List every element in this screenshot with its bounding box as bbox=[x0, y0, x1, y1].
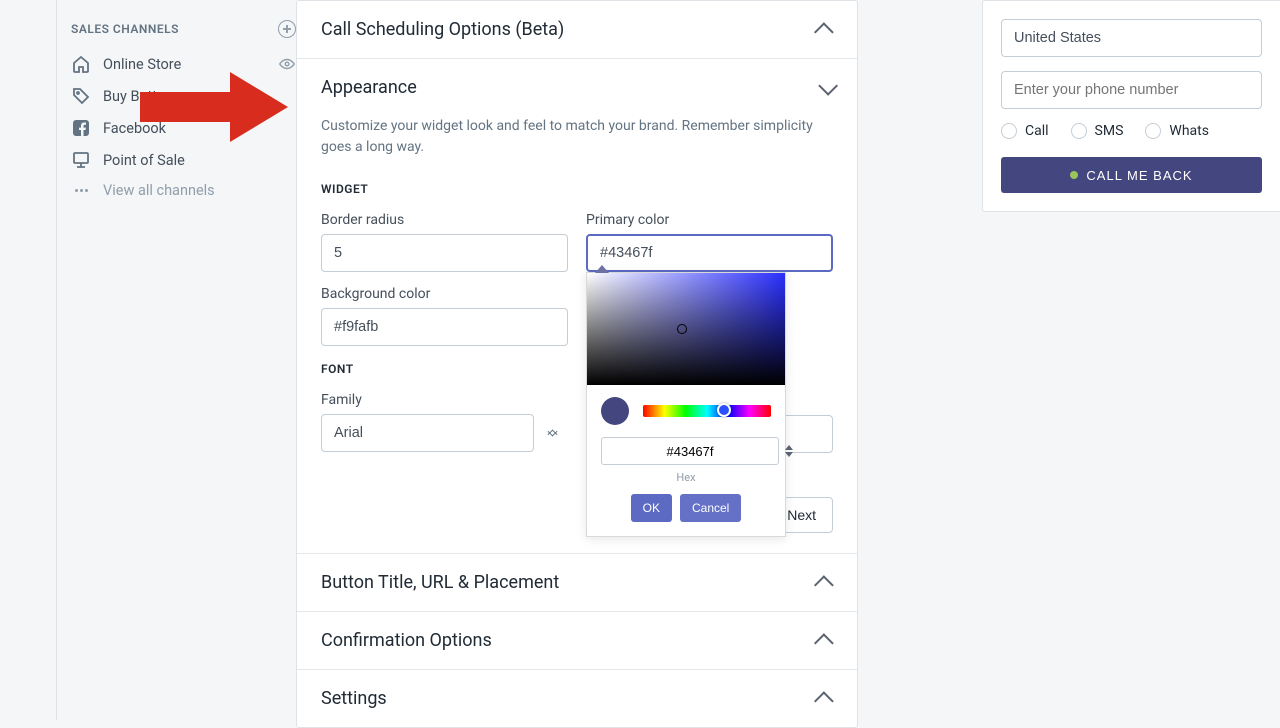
chevron-up-icon bbox=[814, 691, 834, 711]
picker-sv-cursor[interactable] bbox=[677, 324, 687, 334]
section-title: Call Scheduling Options (Beta) bbox=[321, 19, 564, 40]
radio-label: Whats bbox=[1169, 123, 1209, 139]
section-title: Button Title, URL & Placement bbox=[321, 572, 559, 593]
font-family-label: Family bbox=[321, 392, 568, 408]
primary-color-label: Primary color bbox=[586, 212, 833, 228]
chevron-down-icon bbox=[818, 75, 838, 95]
picker-saturation-box[interactable] bbox=[587, 273, 785, 385]
section-settings: Settings bbox=[297, 670, 857, 727]
section-title: Settings bbox=[321, 688, 387, 709]
picker-hue-cursor[interactable] bbox=[717, 403, 731, 417]
section-call-scheduling: Call Scheduling Options (Beta) bbox=[297, 1, 857, 59]
radio-label: Call bbox=[1025, 123, 1049, 139]
border-radius-input[interactable] bbox=[321, 234, 568, 272]
sidebar-item-label: View all channels bbox=[103, 182, 215, 199]
sidebar-item-label: Facebook bbox=[103, 120, 166, 137]
chevron-up-icon bbox=[814, 22, 834, 42]
primary-color-input[interactable] bbox=[586, 234, 833, 272]
section-head-confirmation[interactable]: Confirmation Options bbox=[297, 612, 857, 669]
tag-icon bbox=[71, 86, 91, 106]
section-confirmation: Confirmation Options bbox=[297, 612, 857, 670]
chevron-up-icon bbox=[814, 633, 834, 653]
sidebar-item-buy-button[interactable]: Buy Button bbox=[57, 80, 316, 112]
widget-preview: Call SMS Whats CALL ME BACK bbox=[982, 0, 1280, 212]
border-radius-label: Border radius bbox=[321, 212, 568, 228]
picker-color-preview bbox=[601, 397, 629, 425]
preview-option-call[interactable]: Call bbox=[1001, 123, 1049, 139]
picker-hue-slider[interactable] bbox=[643, 405, 771, 417]
settings-card: Call Scheduling Options (Beta) Appearanc… bbox=[296, 0, 858, 728]
font-family-field: Family bbox=[321, 392, 568, 452]
chevron-up-icon bbox=[814, 575, 834, 595]
picker-ok-button[interactable]: OK bbox=[631, 494, 672, 522]
more-icon bbox=[71, 189, 91, 192]
preview-country-select[interactable] bbox=[1001, 19, 1262, 57]
section-button-title: Button Title, URL & Placement bbox=[297, 554, 857, 612]
pos-icon bbox=[71, 150, 91, 170]
sidebar-item-online-store[interactable]: Online Store bbox=[57, 48, 316, 80]
section-title: Appearance bbox=[321, 77, 417, 98]
color-picker: Hex OK Cancel bbox=[586, 272, 786, 537]
sidebar-item-facebook[interactable]: Facebook bbox=[57, 112, 316, 144]
house-icon bbox=[71, 54, 91, 74]
eye-icon[interactable] bbox=[278, 55, 296, 73]
sidebar-item-view-all[interactable]: View all channels bbox=[57, 176, 316, 205]
sidebar: SALES CHANNELS Online Store Buy Button F… bbox=[56, 0, 316, 720]
radio-icon bbox=[1001, 123, 1017, 139]
picker-format-stepper[interactable] bbox=[785, 445, 793, 457]
preview-phone-input[interactable] bbox=[1001, 71, 1262, 109]
preview-cta-label: CALL ME BACK bbox=[1086, 168, 1192, 183]
radio-icon bbox=[1071, 123, 1087, 139]
sidebar-item-point-of-sale[interactable]: Point of Sale bbox=[57, 144, 316, 176]
radio-icon bbox=[1145, 123, 1161, 139]
preview-option-sms[interactable]: SMS bbox=[1071, 123, 1124, 139]
sidebar-section-header: SALES CHANNELS bbox=[57, 20, 316, 48]
preview-call-me-back-button[interactable]: CALL ME BACK bbox=[1001, 157, 1262, 193]
widget-heading: WIDGET bbox=[321, 182, 833, 196]
section-head-button-title[interactable]: Button Title, URL & Placement bbox=[297, 554, 857, 611]
background-color-input[interactable] bbox=[321, 308, 568, 346]
font-family-select[interactable] bbox=[321, 414, 534, 452]
facebook-icon bbox=[71, 118, 91, 138]
picker-hex-input[interactable] bbox=[601, 437, 779, 465]
picker-hex-label: Hex bbox=[587, 471, 785, 494]
section-head-settings[interactable]: Settings bbox=[297, 670, 857, 727]
background-color-field: Background color bbox=[321, 286, 568, 346]
add-channel-icon[interactable] bbox=[278, 20, 296, 38]
sidebar-item-label: Point of Sale bbox=[103, 152, 185, 169]
preview-option-whats[interactable]: Whats bbox=[1145, 123, 1209, 139]
sidebar-section-title: SALES CHANNELS bbox=[71, 22, 179, 36]
section-appearance: Appearance Customize your widget look an… bbox=[297, 59, 857, 554]
picker-cancel-button[interactable]: Cancel bbox=[680, 494, 741, 522]
section-title: Confirmation Options bbox=[321, 630, 492, 651]
sidebar-item-label: Buy Button bbox=[103, 88, 173, 105]
appearance-description: Customize your widget look and feel to m… bbox=[321, 116, 833, 158]
status-dot-icon bbox=[1070, 171, 1078, 179]
preview-contact-options: Call SMS Whats bbox=[1001, 123, 1262, 139]
border-radius-field: Border radius bbox=[321, 212, 568, 272]
primary-color-field: Primary color bbox=[586, 212, 833, 272]
sidebar-item-label: Online Store bbox=[103, 56, 181, 73]
appearance-body: Customize your widget look and feel to m… bbox=[297, 116, 857, 497]
background-color-label: Background color bbox=[321, 286, 568, 302]
section-head-appearance[interactable]: Appearance bbox=[297, 59, 857, 116]
section-head-call-scheduling[interactable]: Call Scheduling Options (Beta) bbox=[297, 1, 857, 58]
picker-pointer-icon bbox=[595, 265, 609, 273]
radio-label: SMS bbox=[1095, 123, 1124, 139]
